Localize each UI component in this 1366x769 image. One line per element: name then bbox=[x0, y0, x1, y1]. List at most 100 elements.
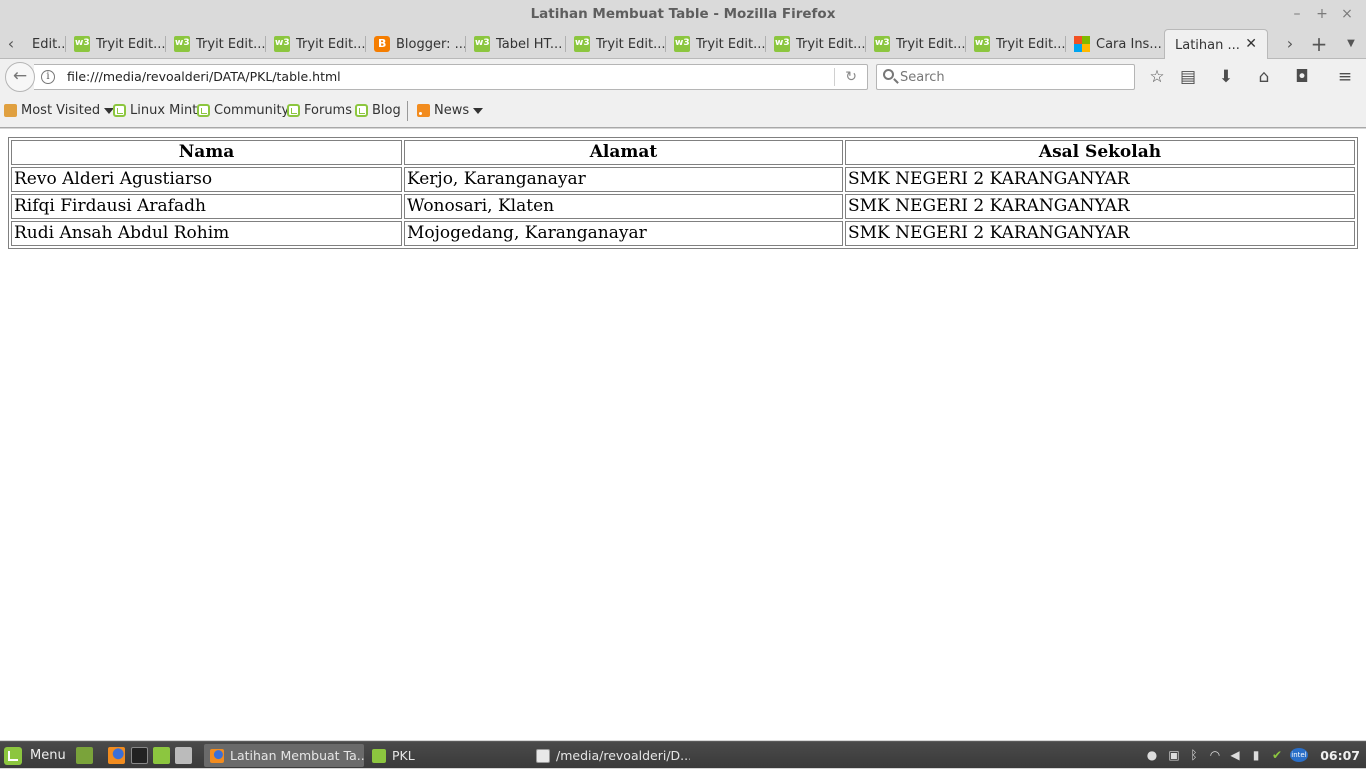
pocket-icon[interactable]: ◘ bbox=[1290, 65, 1314, 89]
tab-label: Edit... bbox=[32, 36, 66, 52]
tab-label: Cara Ins... bbox=[1096, 36, 1162, 52]
battery-icon[interactable]: ▮ bbox=[1249, 748, 1263, 762]
menu-label: Menu bbox=[30, 748, 66, 763]
tab-label: Tabel HT... bbox=[496, 36, 563, 52]
tab[interactable]: Tryit Edit... bbox=[866, 29, 966, 59]
wifi-icon[interactable]: ◠ bbox=[1208, 748, 1222, 762]
linux-mint-icon bbox=[197, 104, 210, 117]
data-table: Nama Alamat Asal Sekolah Revo Alderi Agu… bbox=[8, 137, 1358, 249]
reload-icon[interactable]: ↻ bbox=[845, 65, 857, 89]
w3-icon bbox=[274, 36, 290, 52]
bookmark-label: Forums bbox=[304, 103, 352, 118]
linux-mint-icon bbox=[287, 104, 300, 117]
bookmarks-bar: Most Visited Linux Mint Community Forums… bbox=[0, 95, 1366, 128]
clipboard-icon[interactable]: ▣ bbox=[1167, 748, 1181, 762]
tab[interactable]: Tryit Edit... bbox=[566, 29, 666, 59]
back-arrow-icon: ← bbox=[12, 66, 28, 86]
tab[interactable]: Tryit Edit... bbox=[966, 29, 1066, 59]
cell-asal-sekolah: SMK NEGERI 2 KARANGANYAR bbox=[845, 221, 1355, 246]
taskbar-item-editor[interactable]: /media/revoalderi/D... bbox=[530, 744, 690, 767]
page-content: Nama Alamat Asal Sekolah Revo Alderi Agu… bbox=[0, 129, 1366, 740]
cell-alamat: Kerjo, Karanganayar bbox=[404, 167, 843, 192]
tab[interactable]: Tryit Edit... bbox=[666, 29, 766, 59]
linux-mint-icon bbox=[113, 104, 126, 117]
intel-icon[interactable]: intel bbox=[1290, 748, 1308, 762]
w3-icon bbox=[574, 36, 590, 52]
taskbar-item-pkl[interactable]: PKL bbox=[366, 744, 528, 767]
terminal-icon[interactable] bbox=[131, 747, 148, 764]
w3-icon bbox=[874, 36, 890, 52]
clock[interactable]: 06:07 bbox=[1320, 742, 1360, 769]
tab[interactable]: Tabel HT... bbox=[466, 29, 566, 59]
volume-icon[interactable]: ◀ bbox=[1228, 748, 1242, 762]
cell-asal-sekolah: SMK NEGERI 2 KARANGANYAR bbox=[845, 194, 1355, 219]
minimize-icon[interactable]: – bbox=[1288, 5, 1306, 23]
tab-label: Tryit Edit... bbox=[796, 36, 866, 52]
bookmark-star-icon[interactable]: ☆ bbox=[1145, 65, 1169, 89]
search-input[interactable] bbox=[900, 67, 1128, 87]
scroll-tabs-right-icon[interactable]: › bbox=[1279, 33, 1301, 55]
w3-icon bbox=[174, 36, 190, 52]
tab-label: Tryit Edit... bbox=[996, 36, 1066, 52]
tab-label: Tryit Edit... bbox=[96, 36, 166, 52]
bookmark-forums[interactable]: Forums bbox=[287, 103, 352, 118]
window-title: Latihan Membuat Table - Mozilla Firefox bbox=[530, 6, 836, 22]
table-row: Rifqi Firdausi Arafadh Wonosari, Klaten … bbox=[11, 194, 1355, 219]
bookmark-label: Community bbox=[214, 103, 290, 118]
cell-nama: Rudi Ansah Abdul Rohim bbox=[11, 221, 402, 246]
most-visited-label: Most Visited bbox=[21, 103, 101, 118]
news-label: News bbox=[434, 103, 470, 118]
tab-label: Tryit Edit... bbox=[596, 36, 666, 52]
maximize-icon[interactable]: + bbox=[1313, 5, 1331, 23]
title-bar: Latihan Membuat Table - Mozilla Firefox … bbox=[0, 0, 1366, 29]
bookmark-community[interactable]: Community bbox=[197, 103, 289, 118]
tab-label: Tryit Edit... bbox=[196, 36, 266, 52]
tab[interactable]: Edit... bbox=[18, 29, 66, 59]
start-menu-button[interactable]: Menu bbox=[4, 744, 66, 767]
files-icon[interactable] bbox=[153, 747, 170, 764]
show-desktop-icon[interactable] bbox=[76, 747, 93, 764]
tab[interactable]: Tryit Edit... bbox=[66, 29, 166, 59]
table-row: Revo Alderi Agustiarso Kerjo, Karanganay… bbox=[11, 167, 1355, 192]
new-tab-icon[interactable]: + bbox=[1308, 33, 1330, 55]
list-tabs-icon[interactable]: ▼ bbox=[1340, 33, 1362, 55]
close-window-icon[interactable]: × bbox=[1338, 5, 1356, 23]
folder-icon bbox=[372, 748, 386, 763]
url-text[interactable]: file:///media/revoalderi/DATA/PKL/table.… bbox=[67, 65, 341, 89]
tab[interactable]: Blogger: ... bbox=[366, 29, 466, 59]
text-editor-icon bbox=[536, 748, 550, 763]
bookmark-label: Linux Mint bbox=[130, 103, 198, 118]
shield-icon[interactable]: ✔ bbox=[1270, 748, 1284, 762]
back-button[interactable]: ← bbox=[5, 62, 35, 92]
tab[interactable]: Tryit Edit... bbox=[266, 29, 366, 59]
search-icon bbox=[883, 69, 894, 80]
firefox-icon[interactable] bbox=[108, 747, 125, 764]
bluetooth-icon[interactable]: ᛒ bbox=[1187, 748, 1201, 762]
most-visited-button[interactable]: Most Visited bbox=[4, 103, 115, 118]
bookmark-linux-mint[interactable]: Linux Mint bbox=[113, 103, 197, 118]
screenshot-icon[interactable] bbox=[175, 747, 192, 764]
info-icon[interactable]: i bbox=[41, 70, 55, 84]
tab-strip: ‹ Edit... Tryit Edit... Tryit Edit... Tr… bbox=[0, 29, 1366, 60]
w3-icon bbox=[474, 36, 490, 52]
tab-label: Latihan ... bbox=[1175, 37, 1240, 53]
download-icon[interactable]: ⬇ bbox=[1214, 65, 1238, 89]
search-bar[interactable] bbox=[876, 64, 1135, 90]
close-tab-icon[interactable]: ✕ bbox=[1245, 36, 1257, 52]
news-feed-button[interactable]: News bbox=[417, 103, 484, 118]
taskbar: Menu Latihan Membuat Ta... PKL /media/re… bbox=[0, 741, 1366, 768]
tab[interactable]: Tryit Edit... bbox=[766, 29, 866, 59]
blogger-icon bbox=[374, 36, 390, 52]
taskbar-item-firefox[interactable]: Latihan Membuat Ta... bbox=[204, 744, 364, 767]
tab[interactable]: Tryit Edit... bbox=[166, 29, 266, 59]
hamburger-menu-icon[interactable]: ≡ bbox=[1333, 65, 1357, 89]
tab[interactable]: Cara Ins... bbox=[1066, 29, 1164, 59]
url-bar[interactable]: i file:///media/revoalderi/DATA/PKL/tabl… bbox=[34, 64, 868, 90]
task-label: /media/revoalderi/D... bbox=[556, 748, 690, 763]
bookmark-blog[interactable]: Blog bbox=[355, 103, 401, 118]
tab-active[interactable]: Latihan ... ✕ bbox=[1164, 29, 1268, 60]
nav-bar: i file:///media/revoalderi/DATA/PKL/tabl… bbox=[0, 59, 1366, 95]
reading-list-icon[interactable]: ▤ bbox=[1176, 65, 1200, 89]
home-icon[interactable]: ⌂ bbox=[1252, 65, 1276, 89]
user-icon[interactable]: ● bbox=[1145, 748, 1159, 762]
